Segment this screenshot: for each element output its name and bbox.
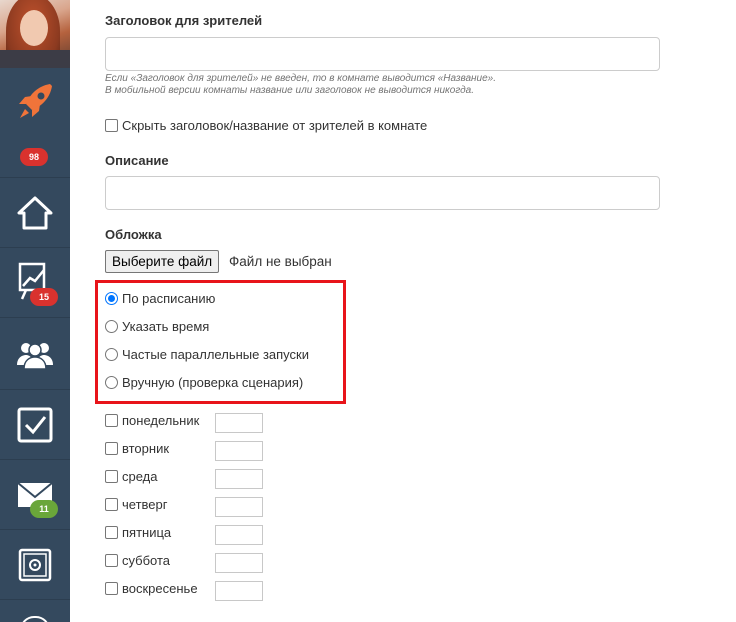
sidebar-item-users[interactable] [0, 318, 70, 390]
schedule-radio[interactable] [105, 376, 118, 389]
users-icon [16, 339, 54, 369]
day-checkbox[interactable] [105, 554, 118, 567]
day-checkbox[interactable] [105, 582, 118, 595]
launch-badge: 98 [20, 148, 48, 166]
sidebar-item-launch[interactable]: 98 [0, 68, 70, 178]
schedule-radio[interactable] [105, 320, 118, 333]
day-checkbox[interactable] [105, 470, 118, 483]
sidebar-item-tasks[interactable] [0, 390, 70, 460]
schedule-option[interactable]: Указать время [105, 319, 209, 334]
day-row[interactable]: среда [105, 469, 158, 484]
sidebar-item-safe[interactable] [0, 530, 70, 600]
day-label: вторник [122, 441, 170, 456]
hide-title-checkbox[interactable] [105, 119, 118, 132]
day-row[interactable]: воскресенье [105, 581, 198, 596]
cover-label: Обложка [105, 227, 162, 242]
sidebar-item-home[interactable] [0, 178, 70, 248]
day-time-input[interactable] [215, 469, 263, 489]
avatar[interactable] [0, 0, 70, 68]
schedule-option-label: Вручную (проверка сценария) [122, 375, 304, 390]
file-status: Файл не выбран [229, 254, 332, 269]
day-label: суббота [122, 553, 171, 568]
viewer-title-input[interactable] [105, 37, 660, 71]
day-time-input[interactable] [215, 525, 263, 545]
description-input[interactable] [105, 176, 660, 210]
day-checkbox[interactable] [105, 526, 118, 539]
choose-file-button[interactable]: Выберите файл [105, 250, 220, 273]
day-time-input[interactable] [215, 441, 263, 461]
day-checkbox[interactable] [105, 414, 118, 427]
day-label: понедельник [122, 413, 200, 428]
day-label: пятница [122, 525, 172, 540]
schedule-option-label: Частые параллельные запуски [122, 347, 309, 362]
day-label: четверг [122, 497, 168, 512]
day-label: среда [122, 469, 158, 484]
day-row[interactable]: понедельник [105, 413, 199, 428]
stats-badge: 15 [30, 288, 58, 306]
viewer-title-hint-2: В мобильной версии комнаты название или … [105, 85, 475, 96]
home-icon [17, 196, 53, 230]
schedule-option-label: По расписанию [122, 291, 216, 306]
schedule-radio[interactable] [105, 292, 118, 305]
day-time-input[interactable] [215, 581, 263, 601]
avatar-face [20, 10, 48, 46]
sidebar-item-mail[interactable]: 11 [0, 460, 70, 530]
day-label: воскресенье [122, 581, 198, 596]
day-time-input[interactable] [215, 497, 263, 517]
sidebar: 98 15 11 [0, 0, 70, 622]
day-time-input[interactable] [215, 413, 263, 433]
hide-title-row[interactable]: Скрыть заголовок/название от зрителей в … [105, 118, 427, 133]
checkbox-icon [17, 407, 53, 443]
day-row[interactable]: пятница [105, 525, 171, 540]
day-row[interactable]: вторник [105, 441, 169, 456]
schedule-option[interactable]: Частые параллельные запуски [105, 347, 309, 362]
viewer-title-hint-1: Если «Заголовок для зрителей» не введен,… [105, 73, 497, 84]
schedule-option[interactable]: Вручную (проверка сценария) [105, 375, 303, 390]
mail-badge: 11 [30, 500, 58, 518]
day-checkbox[interactable] [105, 498, 118, 511]
hide-title-label: Скрыть заголовок/название от зрителей в … [122, 118, 428, 133]
sidebar-item-stats[interactable]: 15 [0, 248, 70, 318]
day-row[interactable]: суббота [105, 553, 170, 568]
safe-icon [18, 548, 52, 582]
day-row[interactable]: четверг [105, 497, 168, 512]
schedule-radio[interactable] [105, 348, 118, 361]
description-label: Описание [105, 153, 169, 168]
day-time-input[interactable] [215, 553, 263, 573]
avatar-shirt [0, 50, 70, 68]
schedule-option-label: Указать время [122, 319, 210, 334]
day-checkbox[interactable] [105, 442, 118, 455]
rocket-icon [16, 82, 54, 122]
partial-icon [20, 616, 50, 622]
schedule-option[interactable]: По расписанию [105, 291, 215, 306]
viewer-title-label: Заголовок для зрителей [105, 13, 263, 28]
